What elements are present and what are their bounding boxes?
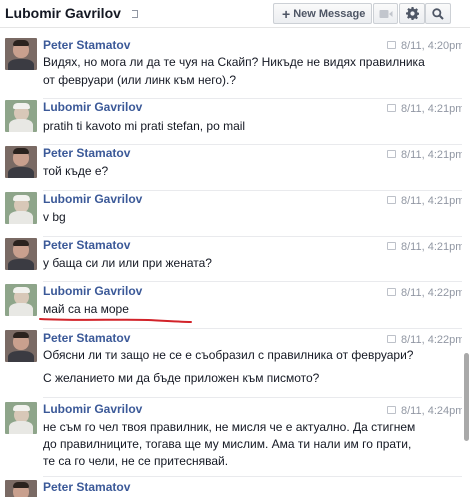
message-status-icon: [387, 104, 396, 112]
message-text-line: у баща си ли или при жената?: [43, 256, 212, 270]
sender-name[interactable]: Lubomir Gavrilov: [43, 192, 142, 206]
avatar[interactable]: [5, 38, 37, 70]
sender-name[interactable]: Lubomir Gavrilov: [43, 402, 142, 416]
new-message-button[interactable]: + New Message: [273, 3, 372, 24]
message-time: 8/11, 4:21pm: [401, 241, 462, 253]
search-button[interactable]: [425, 3, 451, 24]
message-status-icon: [387, 335, 396, 343]
message-status-icon: [387, 196, 396, 204]
scrollbar-thumb[interactable]: [464, 353, 469, 441]
search-icon: [432, 7, 444, 20]
message-divider: [43, 397, 462, 398]
message-divider: [43, 236, 462, 237]
message-status-icon: [387, 288, 396, 296]
red-underline-annotation: [39, 318, 192, 323]
plus-icon: +: [282, 5, 291, 22]
sender-name[interactable]: Peter Stamatov: [43, 331, 130, 345]
message-time: 8/11, 4:20pm: [401, 40, 462, 52]
avatar[interactable]: [5, 330, 37, 362]
video-call-button[interactable]: [373, 3, 398, 24]
avatar[interactable]: [5, 284, 37, 316]
avatar[interactable]: [5, 238, 37, 270]
message-time: 8/11, 4:21pm: [401, 103, 462, 115]
settings-button[interactable]: [399, 3, 425, 24]
message-divider: [43, 144, 462, 145]
message-time: 8/11, 4:22pm: [401, 334, 462, 346]
message-text-line: Обясни ли ти защо не се е съобразил с пр…: [43, 348, 414, 362]
avatar[interactable]: [5, 192, 37, 224]
message-text-line: от февруари (или линк към него).?: [43, 73, 237, 87]
avatar[interactable]: [5, 480, 37, 497]
message-divider: [43, 328, 462, 329]
message-divider: [43, 281, 462, 282]
message-text-line: те са го чели, не се притеснявай.: [43, 454, 229, 468]
message-text-line: не съм го чел твоя правилник, не мисля ч…: [43, 420, 416, 434]
gear-icon: [405, 7, 419, 20]
avatar[interactable]: [5, 100, 37, 132]
message-divider: [43, 190, 462, 191]
message-text-line: Видях, но мога ли да те чуя на Скайп? Ни…: [43, 55, 425, 69]
message-time: 8/11, 4:21pm: [401, 195, 462, 207]
avatar[interactable]: [5, 402, 37, 434]
message-text-line: С желанието ми да бъде приложен към писм…: [43, 371, 320, 385]
sender-name[interactable]: Peter Stamatov: [43, 238, 130, 252]
message-status-icon: [387, 150, 396, 158]
message-divider: [43, 98, 462, 99]
message-text-line: v bg: [43, 210, 66, 224]
conversation-header: Lubomir Gavrilov + New Message: [0, 0, 470, 28]
message-time: 8/11, 4:24pm: [401, 405, 462, 417]
message-text-line: pratih ti kavoto mi prati stefan, po mai…: [43, 119, 246, 133]
video-camera-icon: [379, 9, 392, 18]
message-text-line: той къде е?: [43, 164, 109, 178]
message-status-icon: [387, 406, 396, 414]
open-chat-icon[interactable]: [132, 10, 138, 18]
message-time: 8/11, 4:21pm: [401, 149, 462, 161]
new-message-label: New Message: [293, 7, 366, 20]
message-time: 8/11, 4:22pm: [401, 287, 462, 299]
message-status-icon: [387, 41, 396, 49]
sender-name[interactable]: Peter Stamatov: [43, 38, 130, 52]
avatar[interactable]: [5, 146, 37, 178]
sender-name[interactable]: Peter Stamatov: [43, 146, 130, 160]
message-thread[interactable]: Peter Stamatov 8/11, 4:20pm Видях, но мо…: [0, 29, 462, 497]
sender-name[interactable]: Peter Stamatov: [43, 480, 130, 494]
conversation-title[interactable]: Lubomir Gavrilov: [5, 5, 121, 21]
sender-name[interactable]: Lubomir Gavrilov: [43, 100, 142, 114]
message-divider: [43, 476, 462, 477]
message-status-icon: [387, 242, 396, 250]
message-text-line: до правилниците, тогава ще му мислим. Ам…: [43, 437, 412, 451]
sender-name[interactable]: Lubomir Gavrilov: [43, 284, 142, 298]
